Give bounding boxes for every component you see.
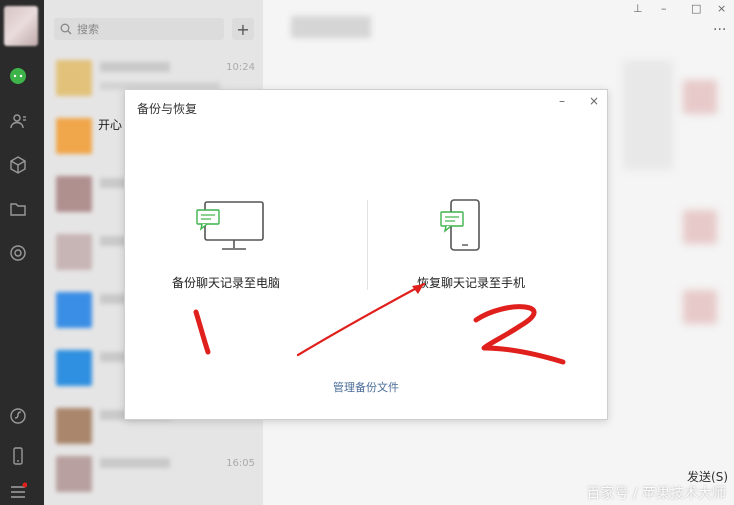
monitor-icon — [196, 201, 264, 250]
avatar — [56, 118, 92, 154]
manage-backup-files-link[interactable]: 管理备份文件 — [333, 379, 399, 395]
message-bubble-blurred — [623, 60, 673, 170]
contact-name-blurred — [100, 458, 170, 468]
avatar — [683, 210, 717, 244]
list-item[interactable]: 16:05 — [44, 446, 263, 504]
avatar — [683, 290, 717, 324]
phone-icon — [440, 199, 480, 251]
backup-to-pc-option[interactable] — [175, 198, 275, 268]
message-time: 16:05 — [226, 458, 255, 469]
search-placeholder: 搜索 — [77, 23, 99, 36]
backup-to-pc-label[interactable]: 备份聊天记录至电脑 — [172, 274, 280, 291]
watermark: 百家号 / 苹果技术大师 — [586, 486, 726, 502]
moments-icon[interactable] — [8, 243, 28, 263]
backup-restore-dialog: 备份与恢复 – × 备份聊天记录至电脑 恢复聊天记录至手机 管理备份文件 — [124, 89, 608, 420]
phone-icon[interactable] — [8, 446, 28, 466]
maximize-window-icon[interactable]: □ — [691, 2, 701, 15]
left-icon-bar — [0, 0, 44, 505]
chat-title-blurred — [291, 16, 371, 38]
restore-to-phone-option[interactable] — [429, 196, 489, 266]
box-icon[interactable] — [8, 155, 28, 175]
menu-icon[interactable] — [8, 481, 28, 501]
avatar — [56, 456, 92, 492]
add-button[interactable]: + — [232, 18, 254, 40]
avatar — [56, 176, 92, 212]
avatar — [683, 80, 717, 114]
restore-to-phone-label[interactable]: 恢复聊天记录至手机 — [417, 274, 525, 291]
search-icon — [60, 23, 72, 35]
more-icon[interactable]: ··· — [713, 22, 726, 38]
user-avatar[interactable] — [4, 6, 38, 46]
mini-program-icon[interactable] — [8, 406, 28, 426]
contact-name: 开心 — [98, 118, 123, 132]
search-input[interactable]: 搜索 — [54, 18, 224, 40]
message-time: 10:24 — [226, 62, 255, 73]
divider — [367, 200, 368, 290]
contacts-icon[interactable] — [8, 111, 28, 131]
avatar — [56, 350, 92, 386]
dialog-title: 备份与恢复 — [137, 102, 198, 116]
dialog-minimize-button[interactable]: – — [559, 94, 565, 108]
avatar — [56, 408, 92, 444]
minimize-window-icon[interactable]: – — [661, 2, 667, 15]
folder-icon[interactable] — [8, 199, 28, 219]
pin-icon[interactable]: ⊥ — [633, 2, 643, 15]
dialog-close-button[interactable]: × — [589, 94, 599, 108]
avatar — [56, 234, 92, 270]
avatar — [56, 292, 92, 328]
avatar — [56, 60, 92, 96]
contact-name-blurred — [100, 62, 170, 72]
close-window-icon[interactable]: × — [717, 2, 726, 15]
chat-icon[interactable] — [8, 66, 28, 86]
